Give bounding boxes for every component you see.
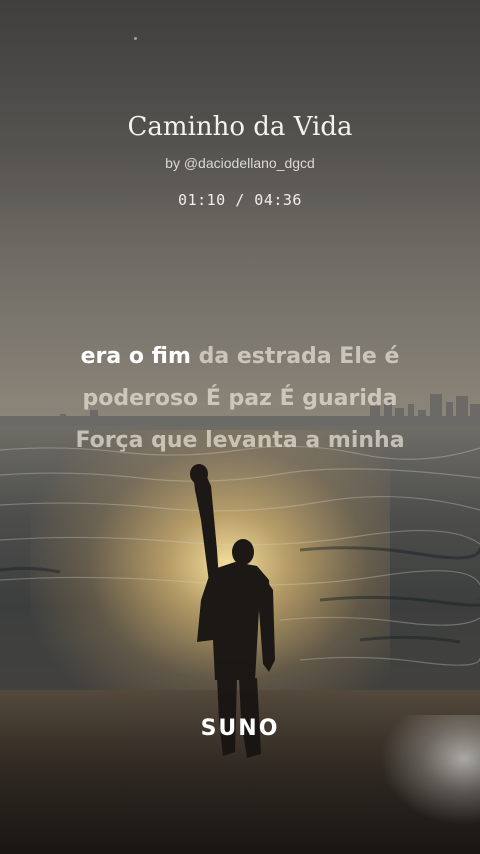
lyric-line-3: Força que levanta a minha xyxy=(75,428,405,453)
lyric-upcoming-segment: da estrada Ele é xyxy=(190,344,400,369)
lyrics-block: era o fim da estrada Ele é poderoso É pa… xyxy=(0,336,480,462)
artist-credit[interactable]: by @daciodellano_dgcd xyxy=(0,155,480,171)
lyric-sung-segment: era o fim xyxy=(80,344,191,369)
lyric-line-2: poderoso É paz É guarida xyxy=(82,386,398,411)
song-title: Caminho da Vida xyxy=(127,112,353,142)
lyric-line-1: era o fim da estrada Ele é xyxy=(0,336,480,378)
suno-logo: SUNO xyxy=(200,716,280,741)
playback-time: 01:10 / 04:36 xyxy=(178,191,302,209)
